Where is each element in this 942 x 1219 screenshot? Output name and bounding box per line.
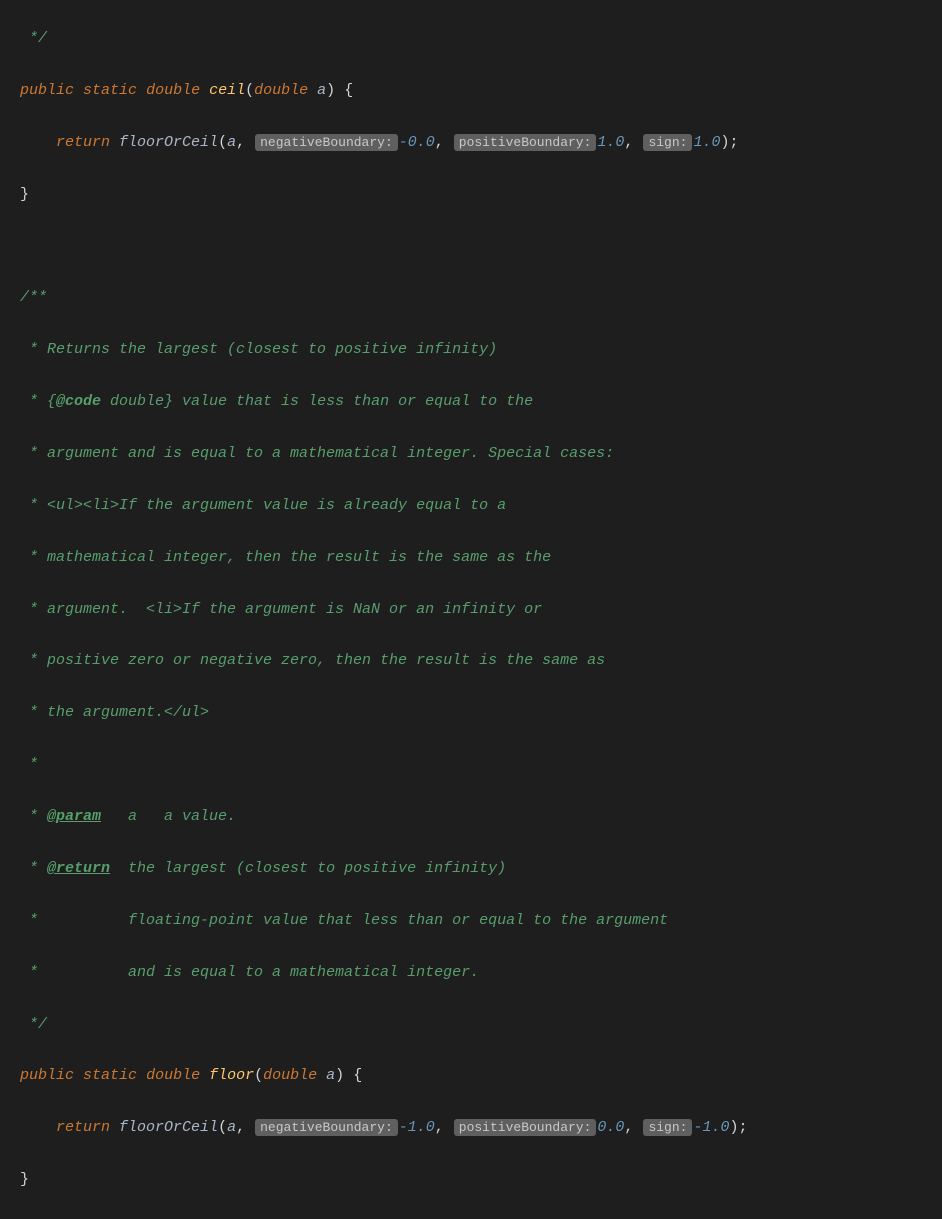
method-call-floorOrCeil: floorOrCeil <box>119 134 218 151</box>
code-line: } <box>20 1167 922 1193</box>
code-line: * and is equal to a mathematical integer… <box>20 960 922 986</box>
code-line: * argument and is equal to a mathematica… <box>20 441 922 467</box>
paren-open: ( <box>218 134 227 151</box>
arg-a: a <box>227 1119 236 1136</box>
param-hint-negativeBoundary: negativeBoundary: <box>255 134 398 151</box>
comma: , <box>624 1119 642 1136</box>
param-hint-positiveBoundary: positiveBoundary: <box>454 1119 597 1136</box>
code-line: * <ul><li>If the argument value is alrea… <box>20 493 922 519</box>
code-line: /** <box>20 285 922 311</box>
code-line: public static double ceil(double a) { <box>20 78 922 104</box>
javadoc-tag-param: @param <box>47 808 101 825</box>
param-name: a <box>317 82 326 99</box>
javadoc-close: */ <box>20 1016 47 1033</box>
code-line: * {@code double} value that is less than… <box>20 389 922 415</box>
code-line: * <box>20 752 922 778</box>
code-line: * @param a a value. <box>20 804 922 830</box>
param-type: double <box>263 1067 317 1084</box>
javadoc-line: * positive zero or negative zero, then t… <box>20 652 605 669</box>
javadoc-line: * <ul><li>If the argument value is alrea… <box>20 497 506 514</box>
paren-close: ) <box>326 82 335 99</box>
code-line: * positive zero or negative zero, then t… <box>20 648 922 674</box>
keyword-return: return <box>56 1119 110 1136</box>
javadoc-line: * Returns the largest (closest to positi… <box>20 341 497 358</box>
paren-open: ( <box>254 1067 263 1084</box>
paren-open: ( <box>245 82 254 99</box>
keyword-static: static <box>83 1067 137 1084</box>
paren-close: ) <box>335 1067 344 1084</box>
brace-close: } <box>20 1171 29 1188</box>
javadoc-line: * the argument.</ul> <box>20 704 209 721</box>
comma: , <box>624 134 642 151</box>
javadoc-line: * <box>20 808 47 825</box>
javadoc-line: * argument. <li>If the argument is NaN o… <box>20 601 542 618</box>
keyword-static: static <box>83 82 137 99</box>
number-literal: -1.0 <box>693 1119 729 1136</box>
javadoc-line: * <box>20 860 47 877</box>
number-literal: -1.0 <box>399 1119 435 1136</box>
number-literal: 1.0 <box>693 134 720 151</box>
comma: , <box>435 1119 453 1136</box>
comma: , <box>236 134 254 151</box>
javadoc-line: * { <box>20 393 56 410</box>
method-name-ceil: ceil <box>209 82 245 99</box>
number-literal: 0.0 <box>597 1119 624 1136</box>
code-line: * floating-point value that less than or… <box>20 908 922 934</box>
javadoc-line: a a value. <box>101 808 236 825</box>
code-line: return floorOrCeil(a, negativeBoundary:-… <box>20 130 922 156</box>
javadoc-tag-code: @code <box>56 393 101 410</box>
method-call-floorOrCeil: floorOrCeil <box>119 1119 218 1136</box>
keyword-public: public <box>20 82 74 99</box>
keyword-public: public <box>20 1067 74 1084</box>
param-hint-negativeBoundary: negativeBoundary: <box>255 1119 398 1136</box>
code-line: * the argument.</ul> <box>20 700 922 726</box>
code-editor[interactable]: */ public static double ceil(double a) {… <box>0 0 942 1219</box>
number-literal: 1.0 <box>597 134 624 151</box>
semicolon: ; <box>729 134 738 151</box>
javadoc-open: /** <box>20 289 47 306</box>
comma: , <box>236 1119 254 1136</box>
keyword-return: return <box>56 134 110 151</box>
semicolon: ; <box>738 1119 747 1136</box>
code-line: * Returns the largest (closest to positi… <box>20 337 922 363</box>
javadoc-line: * floating-point value that less than or… <box>20 912 668 929</box>
javadoc-line: double} value that is less than or equal… <box>101 393 533 410</box>
number-literal: -0.0 <box>399 134 435 151</box>
type-double: double <box>146 1067 200 1084</box>
comment-end: */ <box>20 30 47 47</box>
code-line: * mathematical integer, then the result … <box>20 545 922 571</box>
code-line: */ <box>20 1012 922 1038</box>
code-line: * @return the largest (closest to positi… <box>20 856 922 882</box>
code-line: } <box>20 182 922 208</box>
paren-open: ( <box>218 1119 227 1136</box>
paren-close: ) <box>729 1119 738 1136</box>
brace-close: } <box>20 186 29 203</box>
code-line-blank <box>20 233 922 259</box>
method-name-floor: floor <box>209 1067 254 1084</box>
javadoc-line: * <box>20 756 38 773</box>
javadoc-line: * mathematical integer, then the result … <box>20 549 551 566</box>
param-type: double <box>254 82 308 99</box>
javadoc-line: * argument and is equal to a mathematica… <box>20 445 614 462</box>
param-hint-sign: sign: <box>643 1119 692 1136</box>
code-line: * argument. <li>If the argument is NaN o… <box>20 597 922 623</box>
code-line: public static double floor(double a) { <box>20 1063 922 1089</box>
param-hint-sign: sign: <box>643 134 692 151</box>
param-name: a <box>326 1067 335 1084</box>
javadoc-line: * and is equal to a mathematical integer… <box>20 964 479 981</box>
brace-open: { <box>344 82 353 99</box>
javadoc-tag-return: @return <box>47 860 110 877</box>
comma: , <box>435 134 453 151</box>
type-double: double <box>146 82 200 99</box>
code-line: */ <box>20 26 922 52</box>
javadoc-line: the largest (closest to positive infinit… <box>110 860 506 877</box>
arg-a: a <box>227 134 236 151</box>
code-line: return floorOrCeil(a, negativeBoundary:-… <box>20 1115 922 1141</box>
brace-open: { <box>353 1067 362 1084</box>
param-hint-positiveBoundary: positiveBoundary: <box>454 134 597 151</box>
